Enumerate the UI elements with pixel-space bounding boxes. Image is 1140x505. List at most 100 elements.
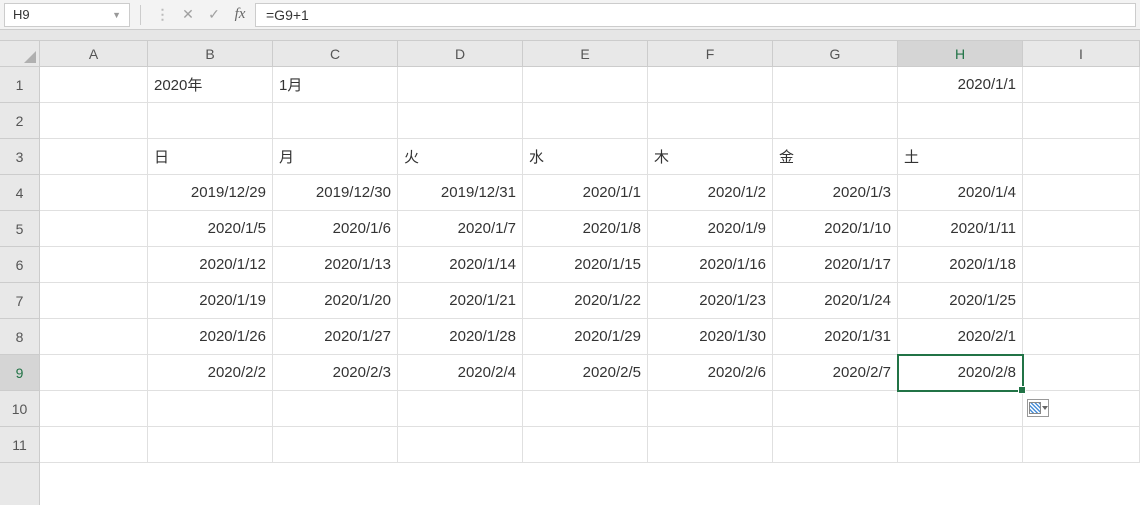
col-header-B[interactable]: B [148, 41, 273, 66]
cell-B5[interactable]: 2020/1/5 [148, 211, 273, 247]
cell-F4[interactable]: 2020/1/2 [648, 175, 773, 211]
row-header-10[interactable]: 10 [0, 391, 39, 427]
col-header-F[interactable]: F [648, 41, 773, 66]
cell-H7[interactable]: 2020/1/25 [898, 283, 1023, 319]
cell-A10[interactable] [40, 391, 148, 427]
cell-F5[interactable]: 2020/1/9 [648, 211, 773, 247]
cell-I5[interactable] [1023, 211, 1140, 247]
cell-B4[interactable]: 2019/12/29 [148, 175, 273, 211]
cell-D4[interactable]: 2019/12/31 [398, 175, 523, 211]
fx-icon[interactable]: fx [229, 4, 251, 26]
row-header-11[interactable]: 11 [0, 427, 39, 463]
row-header-4[interactable]: 4 [0, 175, 39, 211]
cell-I9[interactable] [1023, 355, 1140, 391]
cell-E2[interactable] [523, 103, 648, 139]
cell-E3[interactable]: 水 [523, 139, 648, 175]
cell-G7[interactable]: 2020/1/24 [773, 283, 898, 319]
cell-F2[interactable] [648, 103, 773, 139]
cell-H5[interactable]: 2020/1/11 [898, 211, 1023, 247]
cell-G3[interactable]: 金 [773, 139, 898, 175]
cell-E8[interactable]: 2020/1/29 [523, 319, 648, 355]
cell-I4[interactable] [1023, 175, 1140, 211]
cell-E11[interactable] [523, 427, 648, 463]
row-header-1[interactable]: 1 [0, 67, 39, 103]
cell-E6[interactable]: 2020/1/15 [523, 247, 648, 283]
cell-G10[interactable] [773, 391, 898, 427]
row-header-7[interactable]: 7 [0, 283, 39, 319]
cell-D11[interactable] [398, 427, 523, 463]
cell-D2[interactable] [398, 103, 523, 139]
cell-D5[interactable]: 2020/1/7 [398, 211, 523, 247]
cell-E4[interactable]: 2020/1/1 [523, 175, 648, 211]
cell-B1[interactable]: 2020年 [148, 67, 273, 103]
cell-A8[interactable] [40, 319, 148, 355]
cell-G8[interactable]: 2020/1/31 [773, 319, 898, 355]
cell-H6[interactable]: 2020/1/18 [898, 247, 1023, 283]
row-header-9[interactable]: 9 [0, 355, 39, 391]
cell-C10[interactable] [273, 391, 398, 427]
select-all-corner[interactable] [0, 41, 40, 67]
cell-B8[interactable]: 2020/1/26 [148, 319, 273, 355]
cell-G2[interactable] [773, 103, 898, 139]
cell-G4[interactable]: 2020/1/3 [773, 175, 898, 211]
cell-C2[interactable] [273, 103, 398, 139]
cell-I11[interactable] [1023, 427, 1140, 463]
cell-B10[interactable] [148, 391, 273, 427]
autofill-options-button[interactable] [1027, 399, 1049, 417]
cell-F1[interactable] [648, 67, 773, 103]
expand-icon[interactable]: ⋮ [151, 4, 173, 26]
cell-F9[interactable]: 2020/2/6 [648, 355, 773, 391]
cell-A4[interactable] [40, 175, 148, 211]
cell-C5[interactable]: 2020/1/6 [273, 211, 398, 247]
cell-E5[interactable]: 2020/1/8 [523, 211, 648, 247]
row-header-5[interactable]: 5 [0, 211, 39, 247]
cell-A11[interactable] [40, 427, 148, 463]
cell-D7[interactable]: 2020/1/21 [398, 283, 523, 319]
cell-I3[interactable] [1023, 139, 1140, 175]
cell-G6[interactable]: 2020/1/17 [773, 247, 898, 283]
cell-I6[interactable] [1023, 247, 1140, 283]
name-box-dropdown-icon[interactable]: ▼ [112, 10, 121, 20]
cell-H2[interactable] [898, 103, 1023, 139]
cell-F6[interactable]: 2020/1/16 [648, 247, 773, 283]
col-header-I[interactable]: I [1023, 41, 1140, 66]
cell-E7[interactable]: 2020/1/22 [523, 283, 648, 319]
cell-G1[interactable] [773, 67, 898, 103]
cell-H11[interactable] [898, 427, 1023, 463]
cell-C9[interactable]: 2020/2/3 [273, 355, 398, 391]
cell-B11[interactable] [148, 427, 273, 463]
cells-area[interactable]: 2020年1月2020/1/1日月火水木金土2019/12/292019/12/… [40, 67, 1140, 505]
confirm-icon[interactable]: ✓ [203, 4, 225, 26]
cell-I8[interactable] [1023, 319, 1140, 355]
name-box[interactable]: H9 ▼ [4, 3, 130, 27]
cell-I2[interactable] [1023, 103, 1140, 139]
cell-A9[interactable] [40, 355, 148, 391]
cell-H8[interactable]: 2020/2/1 [898, 319, 1023, 355]
cell-C8[interactable]: 2020/1/27 [273, 319, 398, 355]
cell-F7[interactable]: 2020/1/23 [648, 283, 773, 319]
cell-B7[interactable]: 2020/1/19 [148, 283, 273, 319]
cell-D9[interactable]: 2020/2/4 [398, 355, 523, 391]
cell-A5[interactable] [40, 211, 148, 247]
row-header-3[interactable]: 3 [0, 139, 39, 175]
cell-F8[interactable]: 2020/1/30 [648, 319, 773, 355]
cell-G9[interactable]: 2020/2/7 [773, 355, 898, 391]
cell-C4[interactable]: 2019/12/30 [273, 175, 398, 211]
formula-input[interactable]: =G9+1 [255, 3, 1136, 27]
col-header-C[interactable]: C [273, 41, 398, 66]
col-header-G[interactable]: G [773, 41, 898, 66]
cell-G11[interactable] [773, 427, 898, 463]
cell-H1[interactable]: 2020/1/1 [898, 67, 1023, 103]
cell-H4[interactable]: 2020/1/4 [898, 175, 1023, 211]
cell-B2[interactable] [148, 103, 273, 139]
cell-A3[interactable] [40, 139, 148, 175]
cell-I1[interactable] [1023, 67, 1140, 103]
cell-F10[interactable] [648, 391, 773, 427]
cell-E10[interactable] [523, 391, 648, 427]
cell-A7[interactable] [40, 283, 148, 319]
cell-D8[interactable]: 2020/1/28 [398, 319, 523, 355]
cell-D6[interactable]: 2020/1/14 [398, 247, 523, 283]
cell-A1[interactable] [40, 67, 148, 103]
row-header-2[interactable]: 2 [0, 103, 39, 139]
cell-B6[interactable]: 2020/1/12 [148, 247, 273, 283]
